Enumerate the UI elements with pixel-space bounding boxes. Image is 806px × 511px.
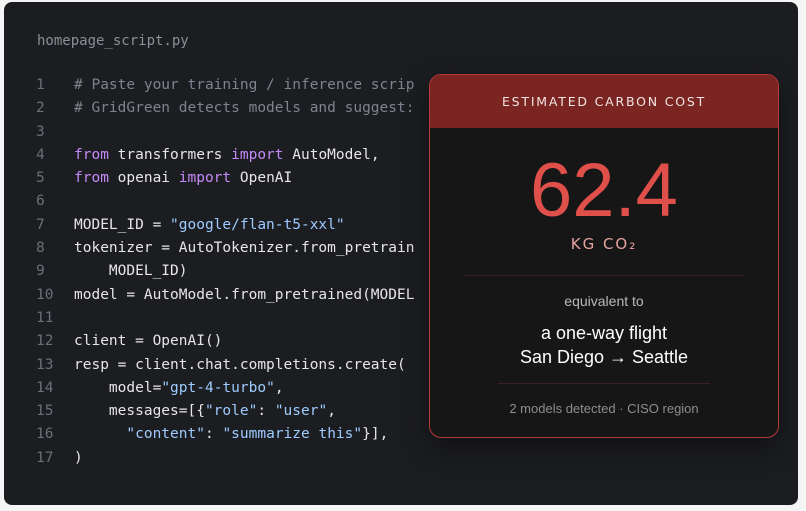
code-token: MODEL_ID) [74, 263, 188, 280]
line-code: from transformers import AutoModel, [74, 144, 380, 167]
line-code: messages=[{"role": "user", [74, 400, 336, 423]
card-title: ESTIMATED CARBON COST [430, 75, 778, 128]
code-token: AutoModel, [283, 146, 380, 163]
code-line: 17) [4, 447, 798, 470]
code-editor-window: homepage_script.py 1 # Paste your trainin… [4, 2, 798, 505]
line-code: from openai import OpenAI [74, 167, 292, 190]
code-token: from [74, 146, 109, 163]
divider [498, 383, 710, 384]
flight-line-1: a one-way flight [540, 323, 668, 343]
code-token: "google/flan-t5-xxl" [170, 216, 345, 233]
line-number: 4 [36, 146, 45, 163]
equivalent-label: equivalent to [564, 293, 644, 309]
code-token: resp = client.chat.completions.create( [74, 356, 406, 373]
line-code: # GridGreen detects models and suggest: [74, 97, 414, 120]
line-code: # Paste your training / inference scrip [74, 74, 414, 97]
code-token: "content" [126, 426, 205, 443]
line-number: 5 [36, 170, 45, 187]
code-token: transformers [108, 146, 232, 163]
code-token: OpenAI [231, 170, 293, 187]
line-code: MODEL_ID) [74, 260, 188, 283]
code-token: # GridGreen detects models and suggest: [74, 100, 415, 117]
code-token: : [204, 426, 223, 443]
file-name: homepage_script.py [37, 33, 189, 49]
line-code: tokenizer = AutoTokenizer.from_pretrain [74, 237, 414, 260]
carbon-value: 62.4 [530, 148, 678, 233]
code-token: import [178, 170, 232, 187]
code-token: ) [74, 449, 83, 466]
code-token: "user" [274, 403, 328, 420]
code-token: tokenizer = AutoTokenizer.from_pretrain [74, 240, 415, 257]
code-token: "summarize this" [222, 426, 363, 443]
line-number: 10 [36, 286, 54, 303]
line-code: model = AutoModel.from_pretrained(MODEL [74, 284, 414, 307]
line-number: 1 [36, 77, 45, 93]
line-number: 12 [36, 333, 54, 350]
divider [464, 275, 744, 276]
carbon-cost-card: ESTIMATED CARBON COST 62.4 KG CO₂ equiva… [429, 74, 779, 438]
code-token: model= [74, 379, 162, 396]
line-code: ) [74, 447, 83, 470]
flight-equivalent: a one-way flight San Diego → Seattle [430, 321, 778, 369]
code-token: }], [362, 426, 389, 443]
code-token: model = AutoModel.from_pretrained(MODEL [74, 286, 415, 303]
code-token: from [74, 170, 109, 187]
code-token: : [257, 403, 275, 420]
line-code: resp = client.chat.completions.create( [74, 354, 406, 377]
line-number: 2 [36, 100, 45, 117]
code-token: MODEL_ID = [74, 216, 171, 233]
line-code: "content": "summarize this"}], [74, 423, 388, 446]
flight-route: San Diego → Seattle [519, 347, 689, 367]
line-number: 16 [36, 426, 54, 443]
line-number: 6 [36, 193, 45, 210]
line-number: 13 [36, 356, 54, 373]
code-token: client = OpenAI() [74, 333, 223, 350]
code-token: # Paste your training / inference scrip [74, 77, 415, 93]
code-token: , [327, 403, 336, 420]
code-token: messages=[{ [74, 403, 205, 420]
code-token: , [274, 379, 284, 396]
detection-summary: 2 models detected · CISO region [509, 401, 699, 416]
carbon-unit: KG CO₂ [570, 235, 638, 253]
line-number: 14 [36, 379, 54, 396]
line-number: 8 [36, 240, 45, 257]
code-token: "role" [204, 403, 258, 420]
code-token: "gpt-4-turbo" [161, 379, 275, 396]
line-number: 3 [36, 123, 45, 140]
line-code: client = OpenAI() [74, 330, 222, 353]
code-token: openai [108, 170, 179, 187]
line-number: 11 [36, 309, 54, 326]
line-code: MODEL_ID = "google/flan-t5-xxl" [74, 214, 345, 237]
line-code: model="gpt-4-turbo", [74, 377, 284, 400]
line-number: 17 [36, 449, 54, 466]
line-number: 9 [36, 263, 45, 280]
line-number: 15 [36, 403, 54, 420]
code-token: import [231, 146, 284, 163]
line-number: 7 [36, 216, 45, 233]
